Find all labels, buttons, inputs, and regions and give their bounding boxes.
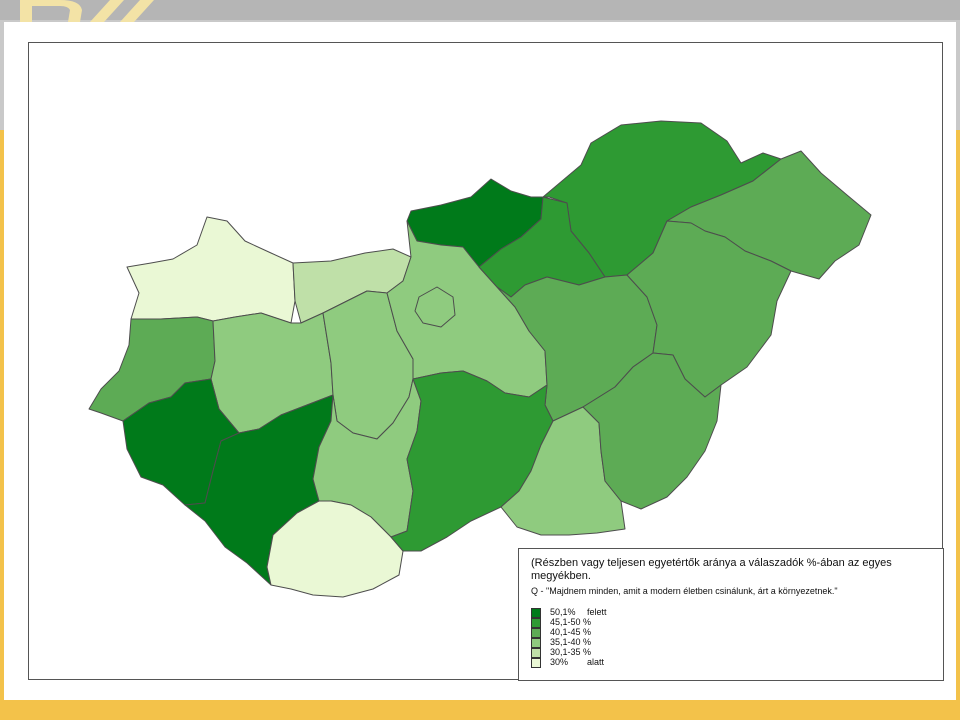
legend-range: 50,1% [550,607,576,617]
logo-mark [20,0,154,22]
legend-question: Q - "Majdnem minden, amit a modern életb… [531,586,838,596]
legend-suffix: alatt [587,657,605,667]
county-gyor-moson-sopron [126,216,296,324]
legend-range: 35,1-40 % [550,637,592,647]
legend-range: 30% [550,657,569,667]
legend-suffix: felett [587,607,607,617]
legend-item: 40,1-45 % [531,627,933,638]
legend-item: 50,1% felett [531,607,933,618]
map-legend: (Részben vagy teljesen egyetértők aránya… [518,548,944,681]
legend-range: 45,1-50 % [550,617,592,627]
legend-item: 30,1-35 % [531,647,933,658]
legend-swatch [531,658,541,668]
slide-footer-band [0,700,960,720]
legend-item: 35,1-40 % [531,637,933,648]
legend-title: (Részben vagy teljesen egyetértők aránya… [531,557,892,582]
legend-item: 30% alatt [531,657,933,668]
legend-range: 30,1-35 % [550,647,592,657]
legend-range: 40,1-45 % [550,627,592,637]
map-frame: (Részben vagy teljesen egyetértők aránya… [28,42,944,681]
legend-item: 45,1-50 % [531,617,933,628]
